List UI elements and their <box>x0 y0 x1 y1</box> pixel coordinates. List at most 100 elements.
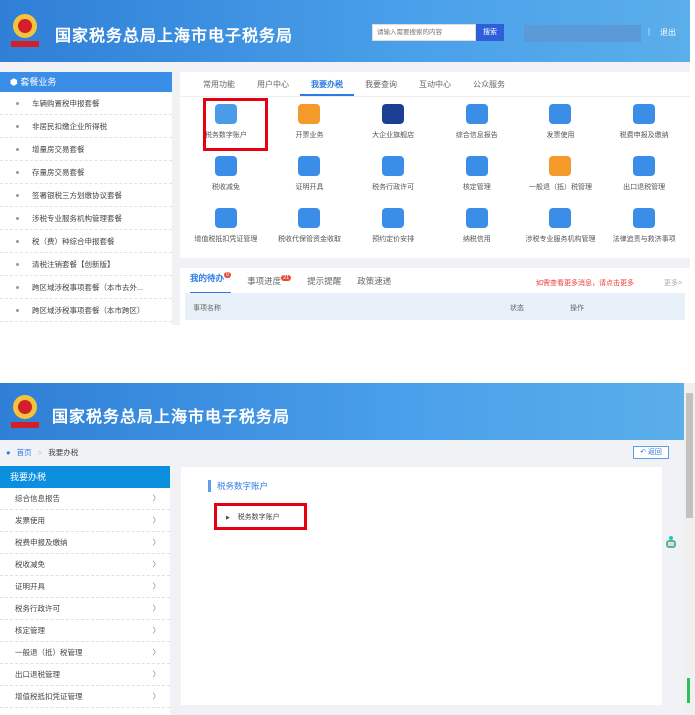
site-title: 国家税务总局上海市电子税务局 <box>55 28 294 45</box>
function-item[interactable]: 开票业务 <box>268 97 352 149</box>
breadcrumb-separator: > <box>37 448 43 457</box>
function-label: 涉税专业服务机构管理 <box>525 236 596 243</box>
tab-item[interactable]: 互动中心 <box>408 72 462 96</box>
permit-icon <box>382 156 405 176</box>
chevron-right-icon: 〉 <box>152 516 161 525</box>
sidebar-menu-item[interactable]: 综合信息报告〉 <box>0 488 170 510</box>
package-item[interactable]: 清税注销套餐【创新版】 <box>0 253 172 276</box>
return-icon: ↶ <box>640 449 646 456</box>
user-name-redacted <box>524 25 641 42</box>
back-button[interactable]: ↶ 返回 <box>633 446 669 459</box>
function-label: 税收代保管资金收取 <box>277 236 341 243</box>
package-icon: ⬢ <box>10 77 21 87</box>
count-badge: 21 <box>281 274 292 281</box>
invoice-use-icon <box>549 104 572 124</box>
package-item[interactable]: 签署银税三方划缴协议套餐 <box>0 184 172 207</box>
function-item[interactable]: 出口退税管理 <box>602 149 686 201</box>
scroll-indicator <box>687 678 690 703</box>
function-item[interactable]: 税务行政许可 <box>351 149 435 201</box>
assistant-robot-icon[interactable] <box>664 535 678 551</box>
package-item[interactable]: 存量房交易套餐 <box>0 161 172 184</box>
export-refund-icon <box>633 156 656 176</box>
tax-bureau-logo <box>8 10 42 50</box>
content-panel: 税务数字账户 ▶ 税务数字账户 <box>181 467 662 705</box>
package-item[interactable]: 车辆购置税申报套餐 <box>0 92 172 115</box>
package-item[interactable]: 涉税专业服务机构管理套餐 <box>0 207 172 230</box>
breadcrumb-current: 我要办税 <box>48 448 79 457</box>
function-item[interactable]: 预约定价安排 <box>351 201 435 253</box>
scrollbar-thumb[interactable] <box>686 393 693 518</box>
chevron-right-icon: 〉 <box>152 604 161 613</box>
function-item[interactable]: 发票使用 <box>519 97 603 149</box>
function-item[interactable]: 涉税专业服务机构管理 <box>519 201 603 253</box>
chevron-right-icon: 〉 <box>152 560 161 569</box>
function-item[interactable]: 税收减免 <box>184 149 268 201</box>
function-item[interactable]: 纳税信用 <box>435 201 519 253</box>
tax-relief-icon <box>214 156 237 176</box>
sidebar-menu-item[interactable]: 出口退税管理〉 <box>0 664 170 686</box>
breadcrumb-home[interactable]: 首页 <box>17 448 32 457</box>
function-item[interactable]: 法律追责与救济事项 <box>602 201 686 253</box>
function-label: 税收减免 <box>211 184 240 191</box>
chevron-right-icon: 〉 <box>152 692 161 701</box>
triangle-bullet-icon: ▶ <box>226 515 230 521</box>
package-item[interactable]: 非居民扣缴企业所得税 <box>0 115 172 138</box>
function-label: 出口退税管理 <box>623 184 666 191</box>
tax-bureau-logo <box>8 391 42 431</box>
function-item[interactable]: 核定管理 <box>435 149 519 201</box>
package-item[interactable]: 跨区域涉税事项套餐（本市跨区） <box>0 299 172 322</box>
sidebar-menu-item[interactable]: 税务行政许可〉 <box>0 598 170 620</box>
refund-icon <box>549 156 572 176</box>
search-input[interactable] <box>372 24 476 41</box>
function-item[interactable]: 增值税抵扣凭证管理 <box>184 201 268 253</box>
function-item[interactable]: 综合信息报告 <box>435 97 519 149</box>
package-item[interactable]: 跨区域涉税事项套餐（本市去外... <box>0 276 172 299</box>
package-item[interactable]: 税（费）种综合申报套餐 <box>0 230 172 253</box>
function-label: 一般退（抵）税管理 <box>528 184 592 191</box>
gavel-icon <box>633 208 656 228</box>
todo-tab[interactable]: 事项进度 21 <box>247 274 292 287</box>
todo-tab[interactable]: 提示提醒 <box>307 275 341 287</box>
sidebar-menu-item[interactable]: 一般退（抵）税管理〉 <box>0 642 170 664</box>
sidebar-menu-item[interactable]: 证明开具〉 <box>0 576 170 598</box>
tab-item[interactable]: 我要办税 <box>300 72 354 96</box>
more-link[interactable]: 更多> <box>664 278 682 288</box>
sidebar-menu-item[interactable]: 增值税抵扣凭证管理〉 <box>0 686 170 708</box>
todo-tab[interactable]: 政策速递 <box>357 275 391 287</box>
tab-item[interactable]: 公众服务 <box>462 72 516 96</box>
sidebar-header: 我要办税 <box>0 466 170 488</box>
sidebar-header: ⬢ 套餐业务 <box>0 72 172 92</box>
function-label: 预约定价安排 <box>372 236 415 243</box>
tab-item[interactable]: 我要查询 <box>354 72 408 96</box>
chevron-right-icon: 〉 <box>152 626 161 635</box>
tab-item[interactable]: 用户中心 <box>246 72 300 96</box>
report-icon <box>465 104 488 124</box>
digital-account-link[interactable]: ▶ 税务数字账户 <box>226 512 280 522</box>
sidebar-menu-item[interactable]: 税费申报及缴纳〉 <box>0 532 170 554</box>
function-item[interactable]: 税费申报及缴纳 <box>602 97 686 149</box>
function-label: 税务行政许可 <box>372 184 415 191</box>
tax-declare-icon <box>633 104 656 124</box>
top-screenshot: 国家税务总局上海市电子税务局 搜索 | 退出 ⬢ 套餐业务 车辆购置税申报套餐非… <box>0 0 690 325</box>
credit-icon <box>465 208 488 228</box>
search-button[interactable]: 搜索 <box>476 24 504 41</box>
function-item[interactable]: 证明开具 <box>268 149 352 201</box>
function-label: 开票业务 <box>295 132 324 139</box>
separator: | <box>648 27 651 36</box>
scrollbar[interactable] <box>684 383 695 715</box>
function-item[interactable]: 税收代保管资金收取 <box>268 201 352 253</box>
todo-tab[interactable]: 我的待办 0 <box>190 267 232 294</box>
sidebar-menu-item[interactable]: 发票使用〉 <box>0 510 170 532</box>
sidebar-menu-item[interactable]: 税收减免〉 <box>0 554 170 576</box>
package-item[interactable]: 增量房交易套餐 <box>0 138 172 161</box>
sidebar-menu-item[interactable]: 核定管理〉 <box>0 620 170 642</box>
highlight-box <box>203 98 268 151</box>
tab-item[interactable]: 常用功能 <box>192 72 246 96</box>
function-label: 大企业旗舰店 <box>372 132 415 139</box>
function-item[interactable]: 一般退（抵）税管理 <box>519 149 603 201</box>
function-label: 核定管理 <box>462 184 491 191</box>
function-label: 增值税抵扣凭证管理 <box>194 236 258 243</box>
logout-link[interactable]: 退出 <box>660 27 676 38</box>
function-label: 发票使用 <box>546 132 575 139</box>
function-item[interactable]: 大企业旗舰店 <box>351 97 435 149</box>
